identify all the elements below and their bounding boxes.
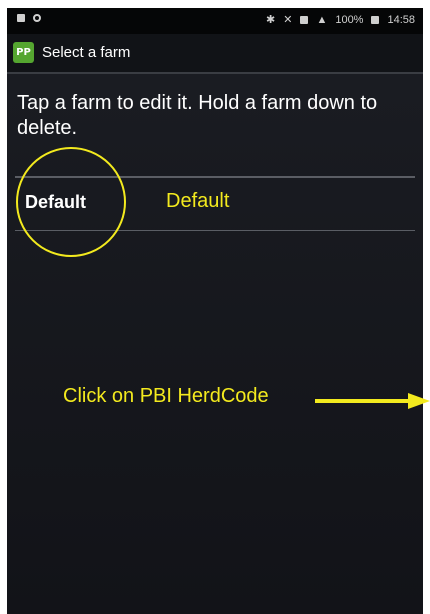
status-bar: ✱ ✕ ▲ 100% 14:58 — [7, 8, 423, 34]
phone-frame: ✱ ✕ ▲ 100% 14:58 PP Select a farm Tap a … — [0, 0, 430, 614]
signal-icon: ▲ — [316, 13, 328, 26]
status-time: 14:58 — [387, 13, 415, 26]
highlight-circle — [16, 147, 126, 257]
page-title: Select a farm — [42, 44, 131, 61]
arrow-right-icon — [315, 393, 430, 409]
cast-icon — [300, 15, 309, 24]
instructions-text: Tap a farm to edit it. Hold a farm down … — [17, 92, 378, 139]
annotation-instruction: Click on PBI HerdCode — [63, 385, 269, 407]
annotation-label: Default — [166, 190, 230, 212]
mute-icon: ✕ — [283, 14, 293, 26]
status-notification-icons — [17, 14, 41, 22]
phone-screen: ✱ ✕ ▲ 100% 14:58 PP Select a farm Tap a … — [7, 8, 423, 614]
battery-percent: 100% — [335, 13, 364, 26]
status-system-icons: ✱ ✕ ▲ 100% 14:58 — [266, 13, 415, 27]
action-bar: PP Select a farm — [7, 34, 423, 74]
battery-icon — [371, 15, 380, 24]
sync-icon — [33, 14, 41, 22]
bluetooth-icon: ✱ — [266, 14, 276, 26]
notification-icon — [17, 14, 25, 22]
app-logo-icon: PP — [13, 42, 34, 63]
